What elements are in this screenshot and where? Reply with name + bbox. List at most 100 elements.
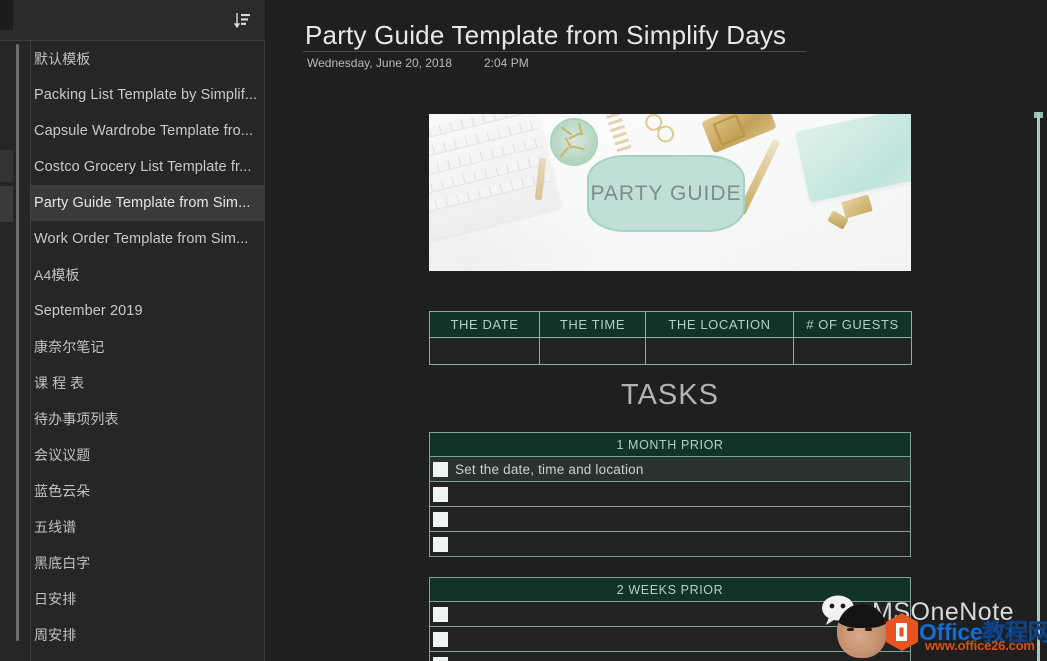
sidebar-item-label: Capsule Wardrobe Template fro... — [34, 123, 254, 139]
task-cell[interactable] — [429, 531, 911, 557]
sidebar-item-label: Packing List Template by Simplif... — [34, 87, 258, 103]
event-info-cell[interactable] — [645, 337, 794, 365]
sidebar-item[interactable]: 日安排 — [31, 581, 265, 617]
sidebar-item[interactable]: 黑底白字 — [31, 545, 265, 581]
task-row[interactable] — [429, 601, 911, 627]
sidebar-item[interactable]: September 2019 — [31, 293, 265, 329]
task-cell[interactable] — [429, 626, 911, 652]
task-cell-content — [430, 603, 910, 626]
task-cell-content — [430, 628, 910, 651]
page-date[interactable]: Wednesday, June 20, 2018 — [307, 56, 452, 70]
tasks-section-title: 1 MONTH PRIOR — [429, 432, 911, 457]
sidebar-item[interactable]: 五线谱 — [31, 509, 265, 545]
tasks-heading: TASKS — [621, 379, 719, 411]
event-info-cell[interactable] — [539, 337, 646, 365]
task-checkbox[interactable] — [433, 606, 448, 622]
sidebar-item[interactable]: Packing List Template by Simplif... — [31, 77, 265, 113]
sidebar-item-label: 周安排 — [34, 627, 77, 643]
sidebar-item[interactable]: 康奈尔笔记 — [31, 329, 265, 365]
title-underline — [303, 51, 806, 52]
page-title[interactable]: Party Guide Template from Simplify Days — [305, 20, 805, 51]
paperclip-dish-illustration — [552, 120, 596, 164]
sidebar-edge-slice-selected — [0, 186, 13, 222]
event-info-header-cell: THE DATE — [429, 311, 540, 338]
event-info-table[interactable]: THE DATE THE TIME THE LOCATION # OF GUESTS — [429, 311, 912, 365]
task-checkbox[interactable] — [433, 511, 448, 527]
event-info-row[interactable] — [429, 337, 912, 365]
sidebar-item-label: 康奈尔笔记 — [34, 339, 105, 355]
sidebar-item-label: 会议议题 — [34, 447, 91, 463]
event-info-header-cell: # OF GUESTS — [793, 311, 912, 338]
event-info-header-cell: THE LOCATION — [645, 311, 794, 338]
sidebar-item[interactable]: Capsule Wardrobe Template fro... — [31, 113, 265, 149]
tasks-section-body[interactable]: 2 WEEKS PRIOR — [429, 577, 911, 661]
event-info-body[interactable] — [429, 337, 912, 365]
sidebar-item-label: 待办事项列表 — [34, 411, 119, 427]
sidebar-edge-slice-a — [0, 150, 13, 182]
task-cell-content — [430, 653, 910, 661]
sidebar-header — [0, 0, 265, 41]
sidebar-item[interactable]: A4模板 — [31, 257, 265, 293]
sidebar-item-label: 日安排 — [34, 591, 77, 607]
event-info-header-cell: THE TIME — [539, 311, 646, 338]
tasks-section-title: 2 WEEKS PRIOR — [429, 577, 911, 602]
event-info-header-row: THE DATE THE TIME THE LOCATION # OF GUESTS — [429, 311, 912, 338]
event-info-cell[interactable] — [793, 337, 912, 365]
party-guide-banner-image[interactable]: PARTY GUIDE — [429, 114, 911, 271]
sidebar-item-label: 课 程 表 — [34, 375, 85, 391]
page-list-sidebar: 默认模板 Packing List Template by Simplif... C… — [0, 0, 265, 661]
task-row[interactable] — [429, 651, 911, 661]
task-label[interactable]: Set the date, time and location — [455, 462, 644, 477]
sidebar-item-label: Work Order Template from Sim... — [34, 231, 249, 247]
task-cell-content: Set the date, time and location — [430, 458, 910, 481]
tasks-section-body[interactable]: 1 MONTH PRIOR Set the date, time and loca… — [429, 432, 911, 557]
tasks-section-header-row: 2 WEEKS PRIOR — [429, 577, 911, 602]
task-checkbox[interactable] — [433, 536, 448, 552]
note-page-canvas[interactable]: Party Guide Template from Simplify Days … — [266, 0, 1047, 661]
page-time[interactable]: 2:04 PM — [484, 56, 529, 70]
sidebar-item[interactable]: 周安排 — [31, 617, 265, 653]
sidebar-item-label: 黑底白字 — [34, 555, 91, 571]
task-cell-content — [430, 533, 910, 556]
sidebar-item-label: 五线谱 — [34, 519, 77, 535]
task-row[interactable] — [429, 531, 911, 557]
tasks-section-1-month-prior[interactable]: 1 MONTH PRIOR Set the date, time and loca… — [429, 432, 911, 557]
task-cell[interactable]: Set the date, time and location — [429, 456, 911, 482]
task-cell[interactable] — [429, 601, 911, 627]
task-checkbox[interactable] — [433, 631, 448, 647]
task-cell-content — [430, 483, 910, 506]
task-cell-content — [430, 508, 910, 531]
sidebar-item[interactable]: 蓝色云朵 — [31, 473, 265, 509]
task-cell[interactable] — [429, 651, 911, 661]
sidebar-item[interactable]: Costco Grocery List Template fr... — [31, 149, 265, 185]
sidebar-item-label: A4模板 — [34, 267, 80, 283]
task-checkbox[interactable] — [433, 656, 448, 661]
sidebar-item-label: Party Guide Template from Sim... — [34, 195, 251, 211]
sort-descending-icon[interactable] — [227, 6, 257, 34]
task-checkbox[interactable] — [433, 461, 448, 477]
sidebar-item-label: September 2019 — [34, 303, 143, 319]
sidebar-item[interactable]: 会议议题 — [31, 437, 265, 473]
page-scrollbar-thumb[interactable] — [1037, 112, 1040, 661]
sidebar-item[interactable]: Work Order Template from Sim... — [31, 221, 265, 257]
tasks-section-2-weeks-prior[interactable]: 2 WEEKS PRIOR — [429, 577, 911, 661]
tasks-section-header-row: 1 MONTH PRIOR — [429, 432, 911, 457]
task-row[interactable] — [429, 626, 911, 652]
onenote-window: 默认模板 Packing List Template by Simplif... C… — [0, 0, 1047, 661]
sidebar-item[interactable]: 默认模板 — [31, 41, 265, 77]
sidebar-item[interactable]: Party Guide Template from Sim... — [31, 185, 265, 221]
event-info-cell[interactable] — [429, 337, 540, 365]
plaque-label: PARTY GUIDE — [590, 181, 742, 205]
sidebar-item-label: 蓝色云朵 — [34, 483, 91, 499]
task-cell[interactable] — [429, 481, 911, 507]
task-checkbox[interactable] — [433, 486, 448, 502]
sidebar-item-label: 默认模板 — [34, 51, 91, 67]
task-row[interactable] — [429, 506, 911, 532]
page-list: 默认模板 Packing List Template by Simplif... C… — [31, 41, 265, 661]
task-row[interactable] — [429, 481, 911, 507]
sidebar-item[interactable]: 课 程 表 — [31, 365, 265, 401]
task-row[interactable]: Set the date, time and location — [429, 456, 911, 482]
sidebar-item[interactable]: 待办事项列表 — [31, 401, 265, 437]
task-cell[interactable] — [429, 506, 911, 532]
sidebar-scrollbar-thumb[interactable] — [16, 44, 19, 641]
